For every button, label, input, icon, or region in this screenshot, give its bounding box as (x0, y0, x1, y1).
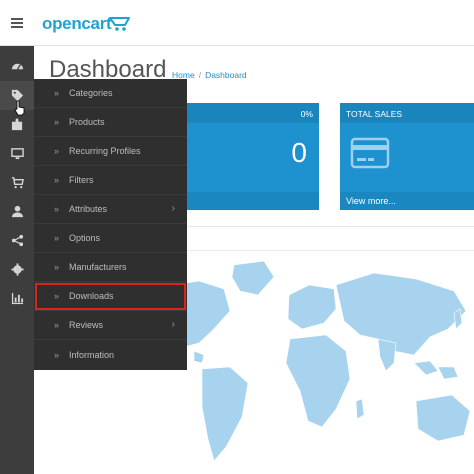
menu-item-label: Manufacturers (69, 262, 127, 272)
menu-item-filters[interactable]: » Filters (34, 166, 187, 195)
menu-item-label: Filters (69, 175, 94, 185)
chevron-icon: » (54, 349, 60, 360)
menu-item-label: Options (69, 233, 101, 243)
chevron-icon: » (54, 233, 60, 243)
menu-item-recurring-profiles[interactable]: » Recurring Profiles (34, 137, 187, 166)
chevron-icon: » (54, 291, 60, 301)
menu-item-reviews[interactable]: » Reviews › (34, 311, 187, 340)
menu-item-label: Products (69, 117, 105, 127)
cart-icon[interactable] (0, 168, 34, 197)
tile-value: 0 (291, 137, 307, 168)
monitor-icon[interactable] (0, 139, 34, 168)
menu-item-options[interactable]: » Options (34, 224, 187, 253)
catalog-flyout-menu: » Categories » Products » Recurring Profile… (34, 79, 187, 370)
chevron-icon: » (54, 262, 60, 272)
cart-logo-icon (109, 17, 130, 31)
hand-cursor-icon (14, 100, 25, 116)
opencart-logo[interactable]: opencart (42, 14, 112, 34)
submenu-arrow-icon: › (171, 203, 175, 214)
bar-chart-icon[interactable] (0, 284, 34, 313)
dashboard-icon[interactable] (0, 52, 34, 81)
hamburger-icon[interactable] (0, 0, 34, 46)
chevron-icon: » (54, 204, 60, 214)
menu-item-information[interactable]: » Information (34, 340, 187, 369)
breadcrumb-dashboard[interactable]: Dashboard (205, 70, 247, 80)
chevron-icon: » (54, 88, 60, 98)
top-header: opencart (0, 0, 474, 46)
tile-percent: 0% (300, 109, 313, 119)
menu-item-products[interactable]: » Products (34, 108, 187, 137)
view-more-link[interactable]: View more... (340, 192, 474, 210)
menu-item-label: Recurring Profiles (69, 146, 141, 156)
total-sales-tile: TOTAL SALES View more... (340, 103, 474, 210)
menu-item-label: Information (69, 349, 115, 360)
tile-title: TOTAL SALES (346, 109, 403, 119)
tile-header: TOTAL SALES (340, 103, 474, 123)
submenu-arrow-icon: › (171, 319, 175, 330)
breadcrumb-separator: / (198, 70, 202, 80)
gear-icon[interactable] (0, 255, 34, 284)
menu-item-attributes[interactable]: » Attributes › (34, 195, 187, 224)
chevron-icon: » (54, 320, 60, 330)
menu-item-label: Attributes (69, 204, 108, 214)
share-icon[interactable] (0, 226, 34, 255)
menu-item-manufacturers[interactable]: » Manufacturers (34, 253, 187, 282)
chevron-icon: » (54, 117, 60, 127)
user-icon[interactable] (0, 197, 34, 226)
menu-item-downloads[interactable]: » Downloads (34, 282, 187, 311)
menu-item-label: Downloads (69, 291, 114, 301)
chevron-icon: » (54, 175, 60, 185)
menu-item-label: Categories (69, 88, 113, 98)
menu-item-categories[interactable]: » Categories (34, 79, 187, 108)
credit-card-icon (350, 137, 390, 169)
chevron-icon: » (54, 146, 60, 156)
menu-item-label: Reviews (69, 320, 104, 330)
